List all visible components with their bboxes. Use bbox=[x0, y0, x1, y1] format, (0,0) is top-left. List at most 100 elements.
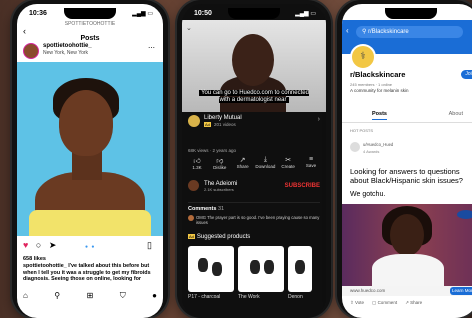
post-video[interactable] bbox=[342, 204, 472, 286]
status-icons: ▂▄▆ ▭ bbox=[295, 11, 316, 17]
subreddit-description: A community for melanin skin bbox=[350, 88, 409, 93]
page-title: Posts bbox=[80, 35, 100, 42]
join-button[interactable]: Join bbox=[461, 70, 472, 79]
home-icon[interactable]: ⌂ bbox=[23, 291, 28, 301]
comment-icon[interactable]: ○ bbox=[36, 240, 41, 250]
vote-button[interactable]: ⇧ Vote bbox=[350, 300, 364, 306]
tab-posts[interactable]: Posts bbox=[372, 111, 387, 120]
video-actions: 👍︎ 1.3K 👎︎ Dislike ↗ Share ⤓ Download ✂ Creat… bbox=[186, 156, 322, 170]
video-person-face bbox=[390, 214, 424, 256]
bookmark-icon[interactable]: ▯ bbox=[147, 240, 152, 251]
download-icon: ⤓ bbox=[263, 156, 267, 163]
channel-video-count: 201 videos bbox=[214, 122, 236, 127]
ad-badge: Ad bbox=[188, 234, 195, 239]
subreddit-logo: ⚕ bbox=[350, 44, 376, 70]
status-time: 10:50 bbox=[194, 10, 212, 17]
caption-username[interactable]: spottietoohottie_ bbox=[23, 263, 67, 269]
suggested-header: Ad Suggested products bbox=[188, 234, 251, 240]
avatar[interactable] bbox=[188, 180, 199, 191]
member-count: 245 members · 1 online bbox=[350, 82, 393, 87]
video-person-head bbox=[232, 34, 274, 86]
comments-header: Comments 31 bbox=[188, 206, 225, 212]
comment-button[interactable]: ▢ Comment bbox=[372, 300, 397, 306]
ad-link-bar[interactable]: www.huedco.com Learn More bbox=[342, 286, 472, 296]
search-input[interactable]: ⚲ r/Blackskincare bbox=[356, 26, 463, 38]
video-subtitle: You can go to Huedco.com to connected wi… bbox=[199, 90, 309, 103]
create-icon: ✂ bbox=[285, 157, 292, 164]
add-post-icon[interactable]: ⊞ bbox=[87, 291, 94, 301]
create-button[interactable]: ✂ Create bbox=[277, 156, 299, 170]
post-awards: 4 Awards bbox=[363, 149, 380, 154]
link-url: www.huedco.com bbox=[350, 288, 386, 293]
post-actions: ♥ ○ ➤ ● ● ▯ bbox=[23, 240, 157, 252]
share-icon[interactable]: ➤ bbox=[49, 240, 57, 250]
ad-channel-row[interactable]: Liberty Mutual Ad 201 videos › bbox=[188, 114, 320, 130]
status-icons: ▂▄▆ ▭ bbox=[448, 11, 469, 17]
share-button[interactable]: ↗ Share bbox=[405, 300, 422, 306]
shop-icon[interactable]: ⛉ bbox=[120, 291, 126, 301]
reddit-screen: 10:42 ▂▄▆ ▭ ‹ ⚲ r/Blackskincare ⚕ r/Blac… bbox=[342, 4, 472, 318]
collapse-chevron-icon[interactable]: ⌄ bbox=[186, 24, 192, 32]
video-meta: 68K views · 2 years ago bbox=[188, 148, 237, 153]
heart-icon[interactable]: ♥ bbox=[23, 240, 28, 250]
download-button[interactable]: ⤓ Download bbox=[254, 156, 276, 170]
product-card[interactable]: Denon bbox=[288, 246, 312, 300]
search-icon[interactable]: ⚲ bbox=[54, 291, 60, 301]
phone-notch bbox=[228, 8, 280, 19]
thumbs-down-icon: 👎︎ bbox=[216, 158, 224, 165]
post-photo[interactable] bbox=[17, 62, 163, 236]
instagram-header: SPOTTIETOOHOTTIE Posts bbox=[17, 22, 163, 43]
tab-about[interactable]: About bbox=[449, 111, 463, 117]
video-person-coat bbox=[372, 254, 444, 286]
product-label: P17 - charcoal bbox=[188, 294, 221, 300]
subscribe-button[interactable]: SUBSCRIBE bbox=[285, 183, 320, 189]
post-location[interactable]: New York, New York bbox=[43, 50, 88, 56]
thumbs-up-icon: 👍︎ bbox=[193, 158, 201, 165]
youtube-phone: 10:50 ▂▄▆ ▭ ⌄ You can go to Huedco.com t… bbox=[177, 0, 331, 318]
channel-name: Liberty Mutual bbox=[204, 115, 242, 121]
product-label: Denon bbox=[288, 294, 303, 300]
learn-more-button[interactable]: Learn More bbox=[449, 287, 472, 295]
suggested-products: Ad Suggested products P17 - charcoal The … bbox=[188, 234, 326, 300]
post-username[interactable]: spottietoohottie_ bbox=[43, 43, 92, 49]
comment-preview: OMG The prayer part is so good. I've bee… bbox=[188, 215, 320, 225]
phone-notch bbox=[384, 8, 437, 19]
more-options-icon[interactable]: ⋯ bbox=[148, 44, 155, 52]
subreddit-tabs: Posts About bbox=[342, 108, 472, 123]
back-icon[interactable]: ‹ bbox=[346, 26, 349, 35]
carousel-dots-icon: ● ● bbox=[85, 244, 96, 250]
save-button[interactable]: ≡ Save bbox=[300, 156, 322, 170]
like-count[interactable]: 658 likes bbox=[23, 256, 46, 262]
photo-face bbox=[59, 90, 113, 156]
instagram-phone: 10:36 ▂▄▆ ▭ ‹ SPOTTIETOOHOTTIE Posts spo… bbox=[12, 0, 168, 318]
chevron-right-icon[interactable]: › bbox=[318, 116, 320, 123]
save-icon: ≡ bbox=[308, 156, 314, 163]
product-label: The Work bbox=[238, 294, 260, 300]
comments-section[interactable]: Comments 31 OMG The prayer part is so go… bbox=[188, 202, 320, 225]
product-card[interactable]: The Work bbox=[238, 246, 284, 300]
status-time: 10:42 bbox=[354, 10, 372, 17]
post-username[interactable]: u/Huedco_Hued bbox=[363, 142, 393, 147]
post-title[interactable]: Looking for answers to questions about B… bbox=[350, 167, 472, 185]
subscriber-count: 2.1K subscribers bbox=[204, 187, 234, 192]
sort-dropdown[interactable]: HOT POSTS bbox=[350, 128, 373, 133]
product-card[interactable]: P17 - charcoal bbox=[188, 246, 234, 300]
post-actions: ⇧ Vote ▢ Comment ↗ Share bbox=[350, 300, 472, 306]
avatar[interactable] bbox=[350, 142, 360, 152]
dislike-button[interactable]: 👎︎ Dislike bbox=[209, 156, 231, 170]
share-button[interactable]: ↗ Share bbox=[232, 156, 254, 170]
photo-top bbox=[29, 210, 151, 236]
like-button[interactable]: 👍︎ 1.3K bbox=[186, 156, 208, 170]
post-header: spottietoohottie_ New York, New York ⋯ bbox=[23, 42, 157, 60]
avatar[interactable] bbox=[23, 43, 39, 59]
status-time: 10:36 bbox=[29, 10, 47, 17]
bottom-nav: ⌂ ⚲ ⊞ ⛉ ● bbox=[23, 291, 157, 301]
profile-icon[interactable]: ● bbox=[152, 291, 157, 301]
video-player[interactable]: ⌄ You can go to Huedco.com to connected … bbox=[182, 20, 326, 112]
subreddit-title: r/Blackskincare bbox=[350, 70, 406, 79]
share-icon: ↗ bbox=[239, 157, 246, 164]
phone-notch bbox=[64, 8, 116, 19]
channel-logo bbox=[188, 115, 200, 127]
caption: spottietoohottie_ I've talked about this… bbox=[23, 263, 157, 283]
instagram-screen: 10:36 ▂▄▆ ▭ ‹ SPOTTIETOOHOTTIE Posts spo… bbox=[17, 4, 163, 318]
